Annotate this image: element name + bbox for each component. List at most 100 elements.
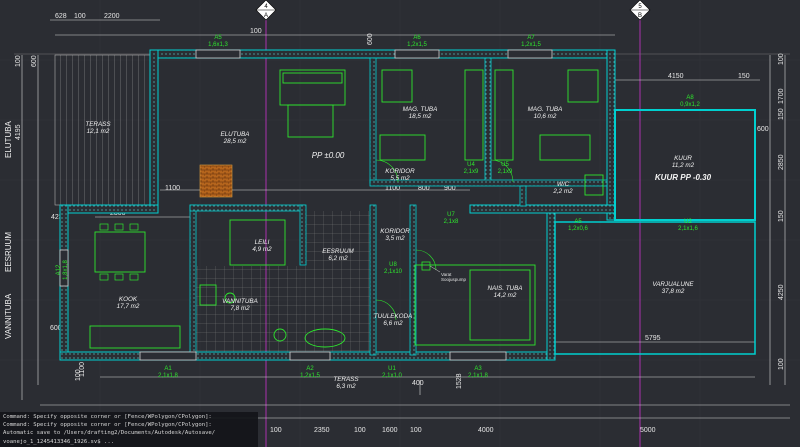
svg-text:1600: 1600 [382, 427, 398, 434]
svg-text:1528: 1528 [456, 373, 463, 389]
room-area: 10,6 m2 [534, 113, 557, 120]
svg-text:A5: A5 [574, 219, 582, 225]
svg-text:100: 100 [15, 55, 22, 67]
room-name: EESRUUM [322, 248, 354, 255]
room-name: LEILI [255, 239, 270, 246]
svg-text:2,1x10: 2,1x10 [384, 269, 403, 275]
svg-text:1,2x1,5: 1,2x1,5 [521, 42, 541, 48]
room-area: 5,5 m2 [390, 175, 410, 182]
svg-text:A3: A3 [474, 366, 482, 372]
side-label-vannituba: VANNITUBA [4, 293, 13, 339]
cad-drawing-canvas[interactable]: 4 A 5 B 628 100 2200 100 600 4150 150 60… [0, 0, 800, 447]
svg-text:4000: 4000 [478, 427, 494, 434]
svg-text:2850: 2850 [778, 154, 785, 170]
svg-text:A8: A8 [686, 95, 694, 101]
svg-text:600: 600 [31, 55, 38, 67]
axis-bubble-b: 5 B [629, 0, 651, 21]
svg-text:1,8x1,8: 1,8x1,8 [63, 259, 69, 279]
svg-text:2350: 2350 [314, 427, 330, 434]
room-area: 12,1 m2 [87, 128, 110, 135]
side-label-eesruum: EESRUUM [4, 232, 13, 272]
svg-text:A7: A7 [527, 35, 535, 41]
svg-text:2,1x1,8: 2,1x1,8 [158, 373, 178, 379]
svg-text:A5: A5 [214, 35, 222, 41]
fireplace [199, 164, 233, 198]
bathroom-tiles [196, 266, 370, 352]
svg-text:4250: 4250 [778, 284, 785, 300]
svg-text:100: 100 [410, 427, 422, 434]
svg-text:U8: U8 [389, 262, 397, 268]
svg-text:1,2x0,6: 1,2x0,6 [568, 226, 588, 232]
svg-text:0,9x1,2: 0,9x1,2 [680, 102, 700, 108]
svg-text:1,2x1,5: 1,2x1,5 [407, 42, 427, 48]
svg-text:100: 100 [778, 358, 785, 370]
svg-text:2,1x9: 2,1x9 [464, 169, 479, 175]
room-area: 37,8 m2 [662, 288, 685, 295]
command-line-history[interactable]: Command: Specify opposite corner or [Fen… [0, 412, 258, 447]
svg-text:100: 100 [778, 53, 785, 65]
svg-text:150: 150 [778, 108, 785, 120]
svg-text:A1: A1 [164, 366, 172, 372]
room-area: 6,2 m2 [328, 255, 348, 262]
room-name: TUULEKODA [374, 313, 413, 320]
svg-text:1100: 1100 [79, 362, 86, 377]
svg-text:A12: A12 [56, 264, 62, 275]
room-area: 6,3 m2 [336, 383, 356, 390]
room-name: KOOK [119, 296, 138, 303]
command-line-entry: Automatic save to /Users/drafting2/Docum… [3, 430, 216, 437]
svg-text:100: 100 [74, 13, 86, 20]
room-name: NAIS. TUBA [488, 285, 523, 292]
axis-b-bottom-label: B [638, 13, 642, 19]
svg-text:2,1x9: 2,1x9 [498, 169, 513, 175]
svg-text:U7: U7 [447, 212, 455, 218]
shed-floor-level: KUUR PP -0.30 [655, 173, 712, 182]
svg-text:600: 600 [367, 33, 374, 45]
heat-pump-marker [421, 261, 431, 271]
room-area: 17,7 m2 [117, 303, 140, 310]
room-area: 7,8 m2 [230, 305, 250, 312]
svg-text:5000: 5000 [640, 427, 656, 434]
command-line-entry: Command: Specify opposite corner or [Fen… [3, 414, 212, 420]
svg-text:4195: 4195 [15, 124, 22, 140]
heat-pump-note-2: Soojuspump [441, 277, 467, 282]
svg-text:2,1x1,8: 2,1x1,8 [468, 373, 488, 379]
room-name: KORIDOR [380, 228, 410, 235]
room-area: 4,9 m2 [252, 246, 272, 253]
svg-text:A2: A2 [306, 366, 314, 372]
svg-text:1700: 1700 [778, 88, 785, 104]
room-labels: TERASS 12,1 m2 ELUTUBA 28,5 m2 MAG. TUBA… [85, 106, 694, 390]
svg-text:150: 150 [738, 73, 750, 80]
room-name: W/C [557, 181, 570, 188]
svg-text:600: 600 [757, 126, 769, 133]
svg-text:2,1x8: 2,1x8 [444, 219, 459, 225]
svg-text:400: 400 [412, 380, 424, 387]
svg-text:2,1x1,6: 2,1x1,6 [678, 226, 698, 232]
axis-bubble-a: 4 A [255, 0, 277, 21]
room-name: ELUTUBA [220, 131, 249, 138]
main-floor-level: PP ±0.00 [312, 151, 345, 160]
svg-text:4150: 4150 [668, 73, 684, 80]
room-name: TERASS [333, 376, 359, 383]
axis-a-bottom-label: A [264, 13, 268, 19]
room-area: 14,2 m2 [494, 292, 517, 299]
room-name: KORIDOR [385, 168, 415, 175]
svg-text:A6: A6 [413, 35, 421, 41]
svg-text:150: 150 [778, 210, 785, 222]
room-area: 3,5 m2 [385, 235, 405, 242]
room-area: 2,2 m2 [552, 188, 573, 195]
room-name: MAG. TUBA [403, 106, 438, 113]
room-name: KUUR [674, 155, 692, 162]
svg-text:1100: 1100 [165, 185, 180, 192]
room-name: VARJUALUNE [652, 281, 694, 288]
svg-text:1,2x1,5: 1,2x1,5 [300, 373, 320, 379]
room-area: 18,5 m2 [409, 113, 432, 120]
door-tags: U42,1x9 U52,1x9 U72,1x8 U82,1x10 U22,1x1… [382, 162, 698, 379]
room-area: 11,2 m2 [672, 162, 695, 169]
room-name: VANNITUBA [222, 298, 258, 305]
svg-text:100: 100 [354, 427, 366, 434]
svg-text:100: 100 [270, 427, 282, 434]
room-name: TERASS [85, 121, 111, 128]
room-area: 28,5 m2 [223, 138, 247, 145]
svg-text:5795: 5795 [645, 335, 661, 342]
room-name: MAG. TUBA [528, 106, 563, 113]
